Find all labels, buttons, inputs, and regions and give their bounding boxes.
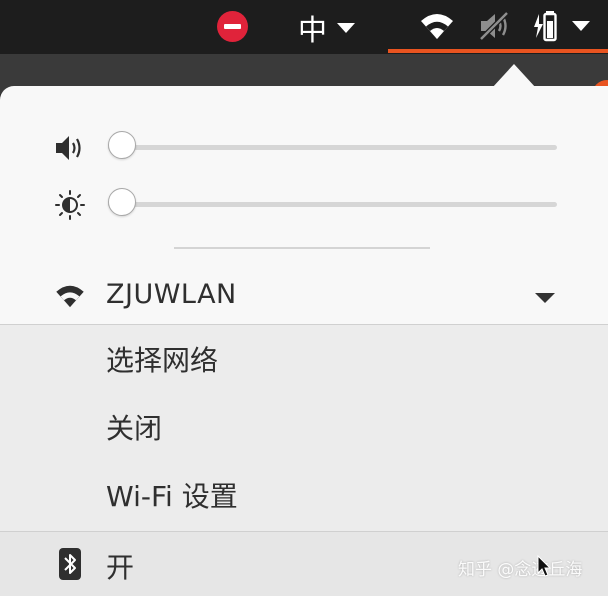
input-method-indicator[interactable]: 中 xyxy=(298,8,356,48)
menu-pointer xyxy=(492,64,536,88)
brightness-icon xyxy=(53,190,87,224)
chevron-down-icon[interactable] xyxy=(572,21,590,31)
mouse-cursor-icon xyxy=(537,554,552,581)
brightness-slider-handle[interactable] xyxy=(108,188,136,216)
menu-separator xyxy=(174,247,430,249)
turn-off-wifi-item[interactable]: 关闭 xyxy=(106,407,162,451)
watermark: 知乎 @念迹丘海 xyxy=(458,560,583,580)
chevron-down-icon xyxy=(535,293,555,303)
wifi-settings-item[interactable]: Wi-Fi 设置 xyxy=(106,475,238,519)
input-method-label: 中 xyxy=(298,13,328,47)
brightness-row xyxy=(0,184,608,224)
brightness-slider[interactable] xyxy=(108,188,557,216)
select-network-item[interactable]: 选择网络 xyxy=(106,339,218,383)
wifi-network-row[interactable]: ZJUWLAN xyxy=(0,266,608,324)
volume-row xyxy=(0,127,608,167)
volume-slider-handle[interactable] xyxy=(108,131,136,159)
system-menu: ZJUWLAN 选择网络 关闭 Wi-Fi 设置 开 xyxy=(0,86,608,596)
wifi-icon xyxy=(54,284,86,312)
wifi-network-name: ZJUWLAN xyxy=(106,279,237,310)
do-not-disturb-icon[interactable] xyxy=(217,11,248,42)
speaker-muted-icon[interactable] xyxy=(478,10,512,46)
bluetooth-status-label: 开 xyxy=(106,551,135,584)
tray-active-indicator xyxy=(388,49,608,53)
volume-slider[interactable] xyxy=(108,131,557,159)
battery-charging-icon[interactable] xyxy=(532,10,566,46)
bluetooth-icon xyxy=(58,547,82,585)
wifi-submenu: 选择网络 关闭 Wi-Fi 设置 xyxy=(0,324,608,532)
wifi-icon[interactable] xyxy=(420,12,454,44)
speaker-icon xyxy=(53,133,87,167)
chevron-down-icon xyxy=(337,23,356,33)
